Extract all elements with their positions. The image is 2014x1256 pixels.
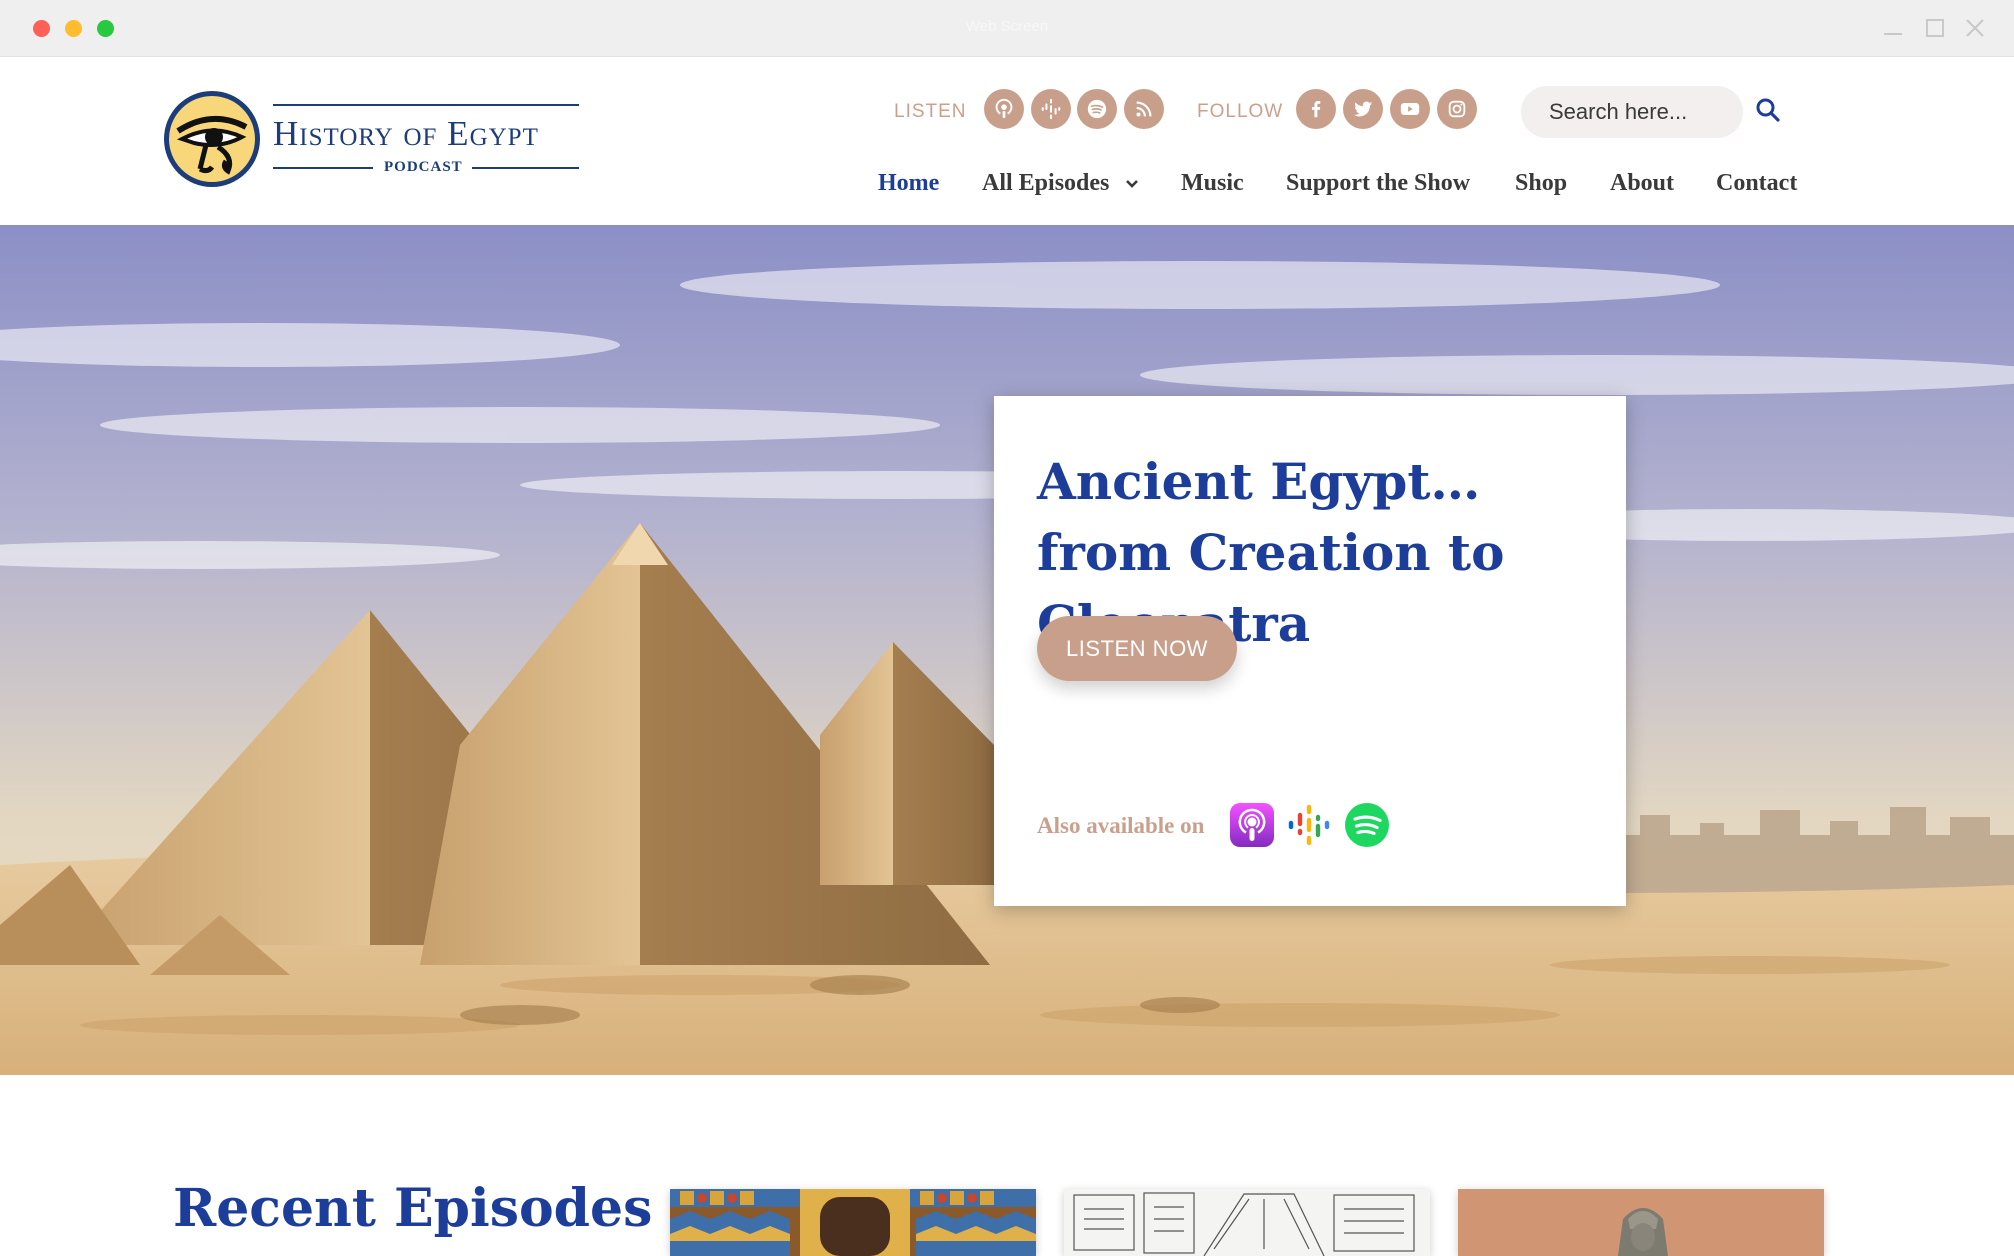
facebook-icon[interactable] [1296,89,1336,129]
nav-music[interactable]: Music [1181,170,1244,204]
spotify-icon[interactable] [1344,802,1390,848]
hero-card: Ancient Egypt… from Creation to Cleopatr… [994,396,1626,906]
youtube-icon[interactable] [1390,89,1430,129]
nav-shop[interactable]: Shop [1515,170,1567,204]
search-input[interactable] [1549,99,1729,125]
eye-of-horus-icon [164,91,260,187]
nav-support-the-show[interactable]: Support the Show [1286,170,1470,204]
google-podcasts-icon[interactable] [1286,802,1332,848]
minimize-icon[interactable] [1882,17,1904,39]
search-icon[interactable] [1754,96,1782,124]
logo-subtitle: PODCAST [384,159,463,175]
chevron-down-icon [1126,180,1139,189]
instagram-icon[interactable] [1437,89,1477,129]
site-header: History of Egypt PODCAST LISTEN FOLLOW H… [0,57,2014,225]
nav-contact[interactable]: Contact [1716,170,1797,204]
window-title: Web Screen [965,18,1049,35]
google-podcasts-icon[interactable] [1031,89,1071,129]
nav-all-episodes-label: All Episodes [982,170,1110,196]
follow-label: FOLLOW [1197,101,1284,122]
apple-podcasts-icon[interactable] [1229,802,1275,848]
apple-podcasts-icon[interactable] [984,89,1024,129]
maximize-icon[interactable] [1924,17,1946,39]
close-icon[interactable] [1964,17,1986,39]
listen-now-button[interactable]: LISTEN NOW [1037,616,1237,681]
hero-section: Ancient Egypt… from Creation to Cleopatr… [0,225,2014,1075]
listen-label: LISTEN [894,101,967,122]
episode-thumbnail[interactable] [670,1189,1036,1256]
twitter-icon[interactable] [1343,89,1383,129]
search-field[interactable] [1521,86,1743,138]
also-available-label: Also available on [1037,813,1205,838]
nav-all-episodes[interactable]: All Episodes [982,170,1139,204]
site-logo[interactable]: History of Egypt PODCAST [160,87,580,192]
rss-icon[interactable] [1124,89,1164,129]
spotify-icon[interactable] [1077,89,1117,129]
episode-image [1458,1189,1824,1256]
episode-image [1064,1189,1430,1256]
episode-image [670,1189,1036,1256]
episode-thumbnail[interactable] [1458,1189,1824,1256]
nav-about[interactable]: About [1610,170,1674,204]
episode-thumbnail[interactable] [1064,1189,1430,1256]
nav-home[interactable]: Home [878,170,939,204]
recent-episodes-heading: Recent Episodes [173,1178,653,1239]
logo-title: History of Egypt [273,114,539,153]
window-titlebar: Web Screen [0,0,2014,57]
